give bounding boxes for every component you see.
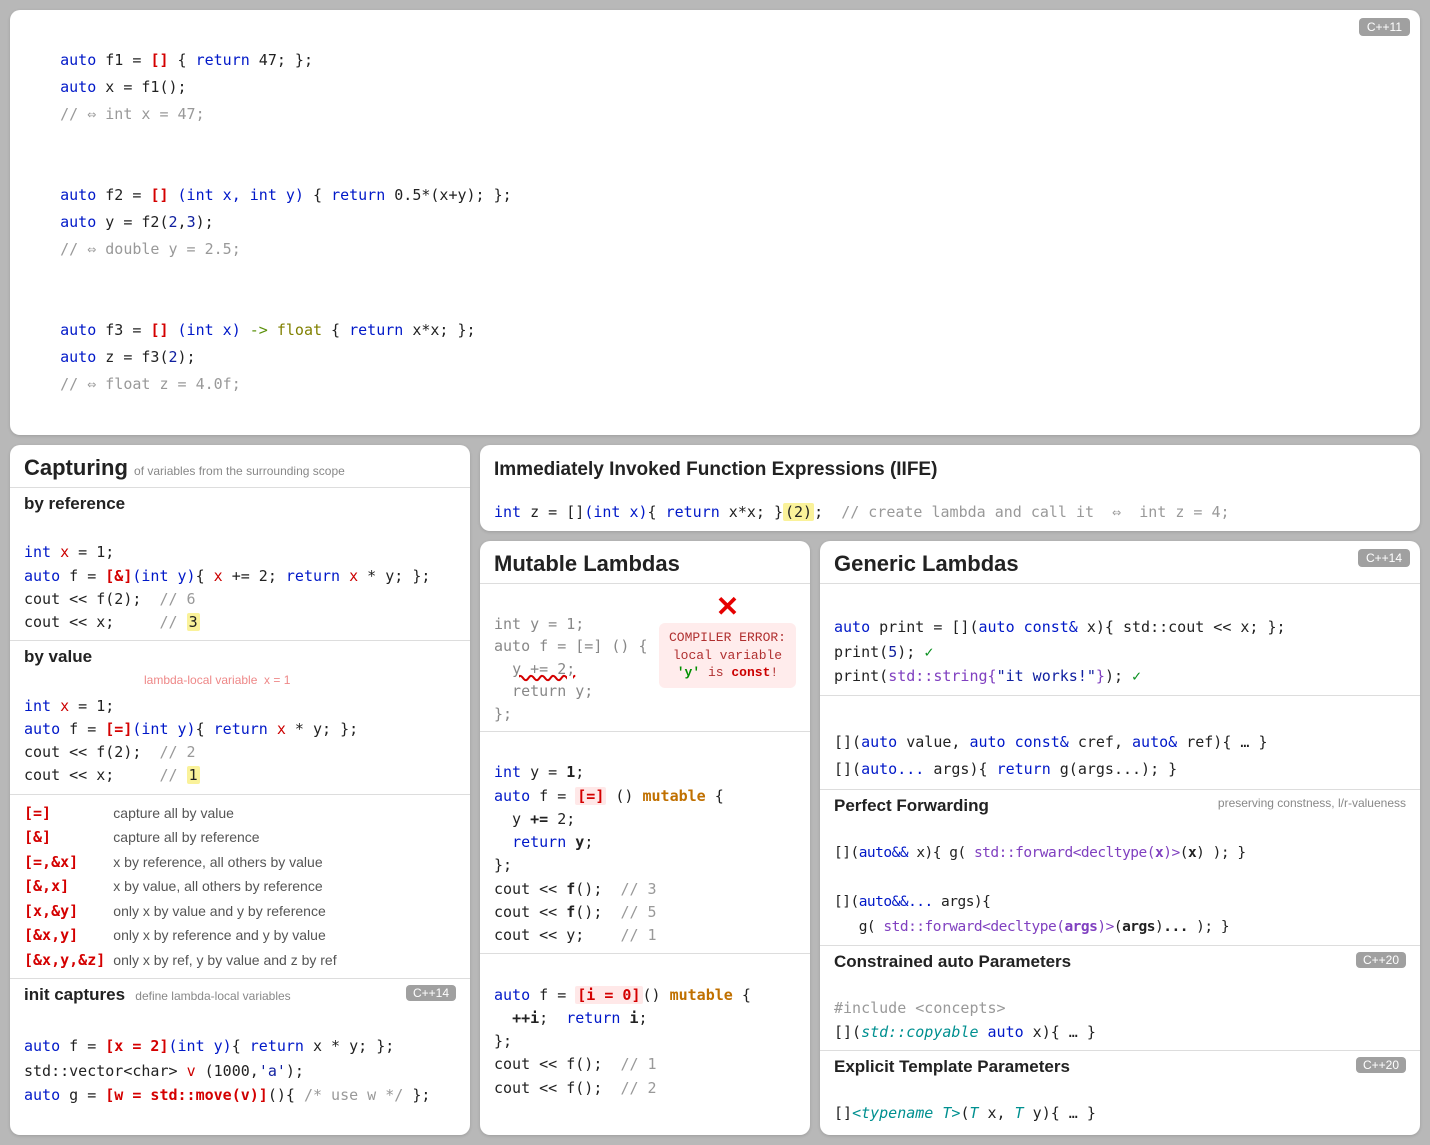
byval-code: lambda-local variable x = 1int x = 1; au… [24, 671, 456, 787]
generic-multi-code: [](auto value, auto const& cref, auto& r… [834, 702, 1406, 783]
pf-title: Perfect Forwarding [834, 796, 989, 815]
byref-code: int x = 1; auto f = [&](int y){ x += 2; … [24, 518, 456, 634]
init-captures-code: auto f = [x = 2](int y){ return x * y; }… [24, 1009, 456, 1108]
mutable-init-code: auto f = [i = 0]() mutable { ++i; return… [494, 960, 796, 1100]
cpp20-badge-1: C++20 [1356, 952, 1406, 968]
mutable-title: Mutable Lambdas [494, 551, 796, 577]
cap-title: Constrained auto Parameters [834, 952, 1071, 971]
cpp20-badge-2: C++20 [1356, 1057, 1406, 1073]
lambdas-intro-card: C++11 auto f1 = [] { return 47; }; auto … [10, 10, 1420, 435]
generic-title: Generic Lambdas [834, 551, 1406, 577]
byval-title: by value [24, 647, 456, 667]
byref-title: by reference [24, 494, 456, 514]
etp-code: []<typename T>(T x, T y){ … } [834, 1077, 1406, 1125]
intro-line-1: auto f1 = [] { return 47; }; auto x = f1… [24, 20, 1406, 155]
compiler-error-box: COMPILER ERROR: local variable 'y' is co… [659, 623, 796, 688]
cpp14-badge: C++14 [406, 985, 456, 1001]
init-captures-title: init captures [24, 985, 125, 1004]
capturing-card: Capturing of variables from the surround… [10, 445, 470, 1135]
iife-title: Immediately Invoked Function Expressions… [494, 459, 1406, 481]
mutable-good-code: int y = 1; auto f = [=] () mutable { y +… [494, 738, 796, 947]
intro-line-2: auto f2 = [] (int x, int y) { return 0.5… [24, 155, 1406, 290]
generic-card: C++14 Generic Lambdas auto print = [](au… [820, 541, 1420, 1135]
capture-syntax-table: [=]capture all by value [&]capture all b… [24, 801, 345, 973]
pf-code: [](auto&& x){ g( std::forward<decltype(x… [834, 816, 1406, 939]
cap-code: #include <concepts> [](std::copyable aut… [834, 972, 1406, 1044]
iife-card: Immediately Invoked Function Expressions… [480, 445, 1420, 531]
cpp11-badge: C++11 [1359, 18, 1410, 36]
iife-code: int z = [](int x){ return x*x; }(2); // … [494, 485, 1406, 521]
cpp14-badge-2: C++14 [1358, 549, 1410, 567]
intro-line-3: auto f3 = [] (int x) -> float { return x… [24, 290, 1406, 425]
cross-icon: ✕ [659, 590, 796, 623]
generic-basic-code: auto print = [](auto const& x){ std::cou… [834, 590, 1406, 689]
etp-title: Explicit Template Parameters [834, 1057, 1070, 1076]
mutable-card: Mutable Lambdas int y = 1; auto f = [=] … [480, 541, 810, 1135]
capturing-title: Capturing of variables from the surround… [24, 455, 456, 481]
mutable-bad-code: int y = 1; auto f = [=] () { y += 2; ret… [494, 590, 651, 725]
